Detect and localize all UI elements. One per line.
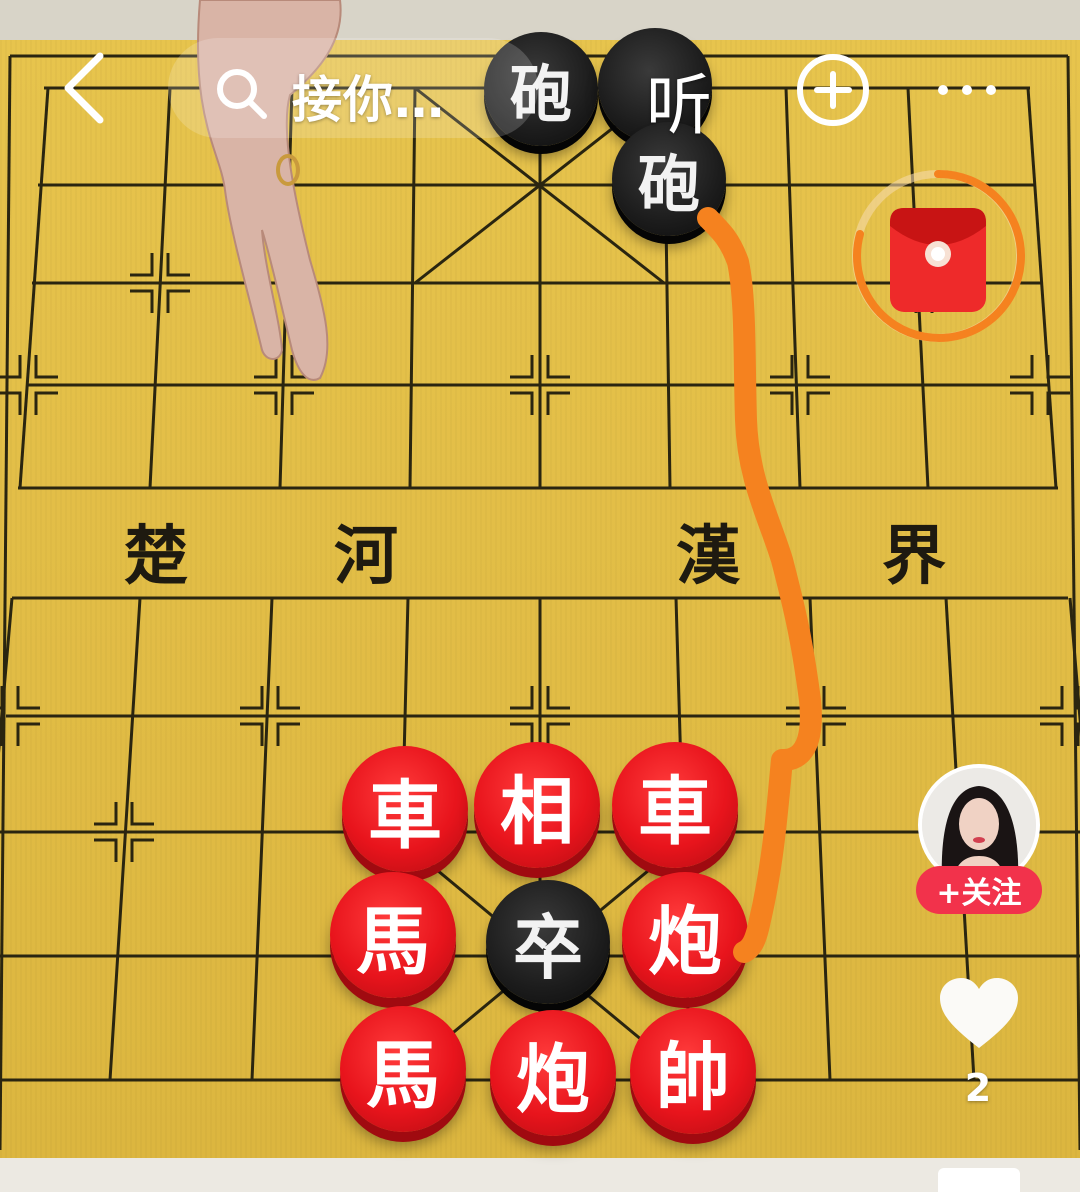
add-button[interactable] [795,52,871,128]
search-query-text[interactable]: 接你… [292,60,445,132]
follow-button[interactable]: +关注 [916,866,1042,914]
bottom-handle[interactable] [938,1168,1020,1192]
listen-button[interactable]: 听 [646,52,712,148]
search-icon[interactable] [212,64,270,122]
heart-icon [940,978,1018,1048]
more-dots-icon [938,85,948,95]
like-button[interactable] [936,974,1022,1054]
chevron-left-icon [64,52,104,124]
like-count: 2 [964,1066,992,1110]
back-button[interactable] [52,48,122,128]
more-options-button[interactable] [938,70,1018,110]
video-frame[interactable]: 楚 河 漢 界 砲 砲 車 相 車 馬 卒 炮 馬 炮 帥 接你… 听 +关注 … [0,0,1080,1192]
red-envelope-icon [890,208,986,312]
red-packet-button[interactable] [850,168,1026,344]
